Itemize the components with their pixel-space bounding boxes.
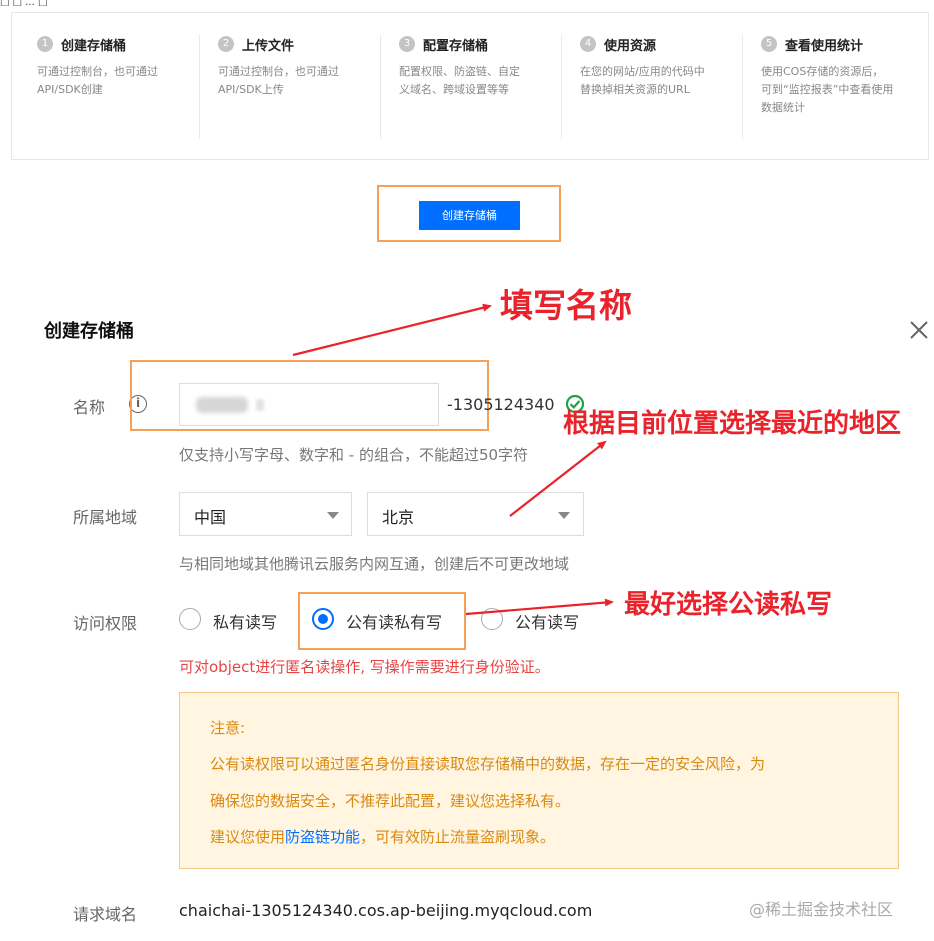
arrow-name xyxy=(292,303,492,357)
radio-public-read-private-write-label[interactable]: 公有读私有写 xyxy=(346,609,442,633)
step-3: 3 配置存储桶 配置权限、防盗链、自定 义域名、跨域设置等等 xyxy=(399,33,559,99)
step-2: 2 上传文件 可通过控制台，也可通过 API/SDK上传 xyxy=(218,33,378,99)
step-desc: 数据统计 xyxy=(761,101,805,114)
step-desc: 在您的网站/应用的代码中 xyxy=(580,65,705,78)
region-country-value: 中国 xyxy=(194,508,227,527)
step-number: 3 xyxy=(399,36,415,52)
chevron-down-icon xyxy=(558,512,570,519)
annotation-region: 根据目前位置选择最近的地区 xyxy=(563,409,902,439)
close-icon[interactable] xyxy=(907,318,931,342)
region-city-select[interactable]: 北京 xyxy=(367,492,584,536)
blurred-name xyxy=(256,399,264,411)
warning-box: 注意: 公有读权限可以通过匿名身份直接读取您存储桶中的数据，存在一定的安全风险，… xyxy=(179,692,899,869)
step-desc: 配置权限、防盗链、自定 xyxy=(399,65,520,78)
step-title: 上传文件 xyxy=(242,38,295,54)
step-divider xyxy=(561,35,562,139)
step-desc: API/SDK上传 xyxy=(218,83,284,96)
warning-text: ，可有效防止流量盗刷现象。 xyxy=(360,828,556,846)
step-divider xyxy=(199,35,200,139)
warning-text: 建议您使用 xyxy=(210,828,286,846)
access-note: 可对object进行匿名读操作, 写操作需要进行身份验证。 xyxy=(179,658,550,676)
region-country-select[interactable]: 中国 xyxy=(179,492,352,536)
step-divider xyxy=(742,35,743,139)
step-number: 5 xyxy=(761,36,777,52)
step-desc: 替换掉相关资源的URL xyxy=(580,83,690,96)
step-divider xyxy=(380,35,381,139)
annotation-access: 最好选择公读私写 xyxy=(624,590,833,620)
bucket-name-input[interactable] xyxy=(179,383,439,426)
step-desc: 可通过控制台，也可通过 xyxy=(37,65,158,78)
watermark: @稀土掘金技术社区 xyxy=(749,900,894,919)
radio-private-rw-label[interactable]: 私有读写 xyxy=(213,609,277,633)
step-number: 1 xyxy=(37,36,53,52)
name-label: 名称 xyxy=(73,398,106,417)
access-label: 访问权限 xyxy=(73,614,138,633)
appid-suffix: -1305124340 xyxy=(447,395,555,414)
step-desc: 使用COS存储的资源后， xyxy=(761,65,884,78)
chevron-down-icon xyxy=(327,512,339,519)
cropped-top-text: □ □ ... □ xyxy=(0,0,48,6)
steps-panel: 1 创建存储桶 可通过控制台，也可通过 API/SDK创建 2 上传文件 可通过控制台… xyxy=(11,12,929,160)
radio-public-rw[interactable] xyxy=(481,608,503,630)
annotation-name: 填写名称 xyxy=(500,286,632,325)
name-hint: 仅支持小写字母、数字和 - 的组合，不能超过50字符 xyxy=(179,446,529,464)
step-number: 4 xyxy=(580,36,596,52)
region-hint: 与相同地域其他腾讯云服务内网互通，创建后不可更改地域 xyxy=(179,555,570,573)
create-bucket-button[interactable]: 创建存储桶 xyxy=(419,201,520,230)
step-desc: API/SDK创建 xyxy=(37,83,103,96)
radio-public-rw-label[interactable]: 公有读写 xyxy=(515,609,579,633)
warning-line: 公有读权限可以通过匿名身份直接读取您存储桶中的数据，存在一定的安全风险，为 xyxy=(210,755,766,773)
region-label: 所属地域 xyxy=(73,508,138,527)
step-desc: 可通过控制台，也可通过 xyxy=(218,65,339,78)
radio-private-rw[interactable] xyxy=(179,608,201,630)
step-title: 查看使用统计 xyxy=(785,38,864,54)
region-city-value: 北京 xyxy=(382,508,415,527)
warning-line: 确保您的数据安全，不推荐此配置，建议您选择私有。 xyxy=(210,792,571,810)
step-4: 4 使用资源 在您的网站/应用的代码中 替换掉相关资源的URL xyxy=(580,33,740,99)
request-domain-value: chaichai-1305124340.cos.ap-beijing.myqcl… xyxy=(179,901,593,920)
warning-line: 建议您使用防盗链功能，可有效防止流量盗刷现象。 xyxy=(210,826,555,847)
step-desc: 可到“监控报表”中查看使用 xyxy=(761,83,894,96)
step-5: 5 查看使用统计 使用COS存储的资源后， 可到“监控报表”中查看使用 数据统计 xyxy=(761,33,921,117)
hotlink-protection-link[interactable]: 防盗链功能 xyxy=(285,828,360,846)
step-desc: 义域名、跨域设置等等 xyxy=(399,83,509,96)
warning-title: 注意: xyxy=(210,719,246,737)
blurred-name xyxy=(196,397,248,413)
step-title: 配置存储桶 xyxy=(423,38,489,54)
step-title: 创建存储桶 xyxy=(61,38,127,54)
step-title: 使用资源 xyxy=(604,38,657,54)
radio-public-read-private-write[interactable] xyxy=(312,608,334,630)
step-number: 2 xyxy=(218,36,234,52)
domain-label: 请求域名 xyxy=(73,905,138,924)
dialog-title: 创建存储桶 xyxy=(44,321,134,342)
step-1: 1 创建存储桶 可通过控制台，也可通过 API/SDK创建 xyxy=(37,33,197,99)
